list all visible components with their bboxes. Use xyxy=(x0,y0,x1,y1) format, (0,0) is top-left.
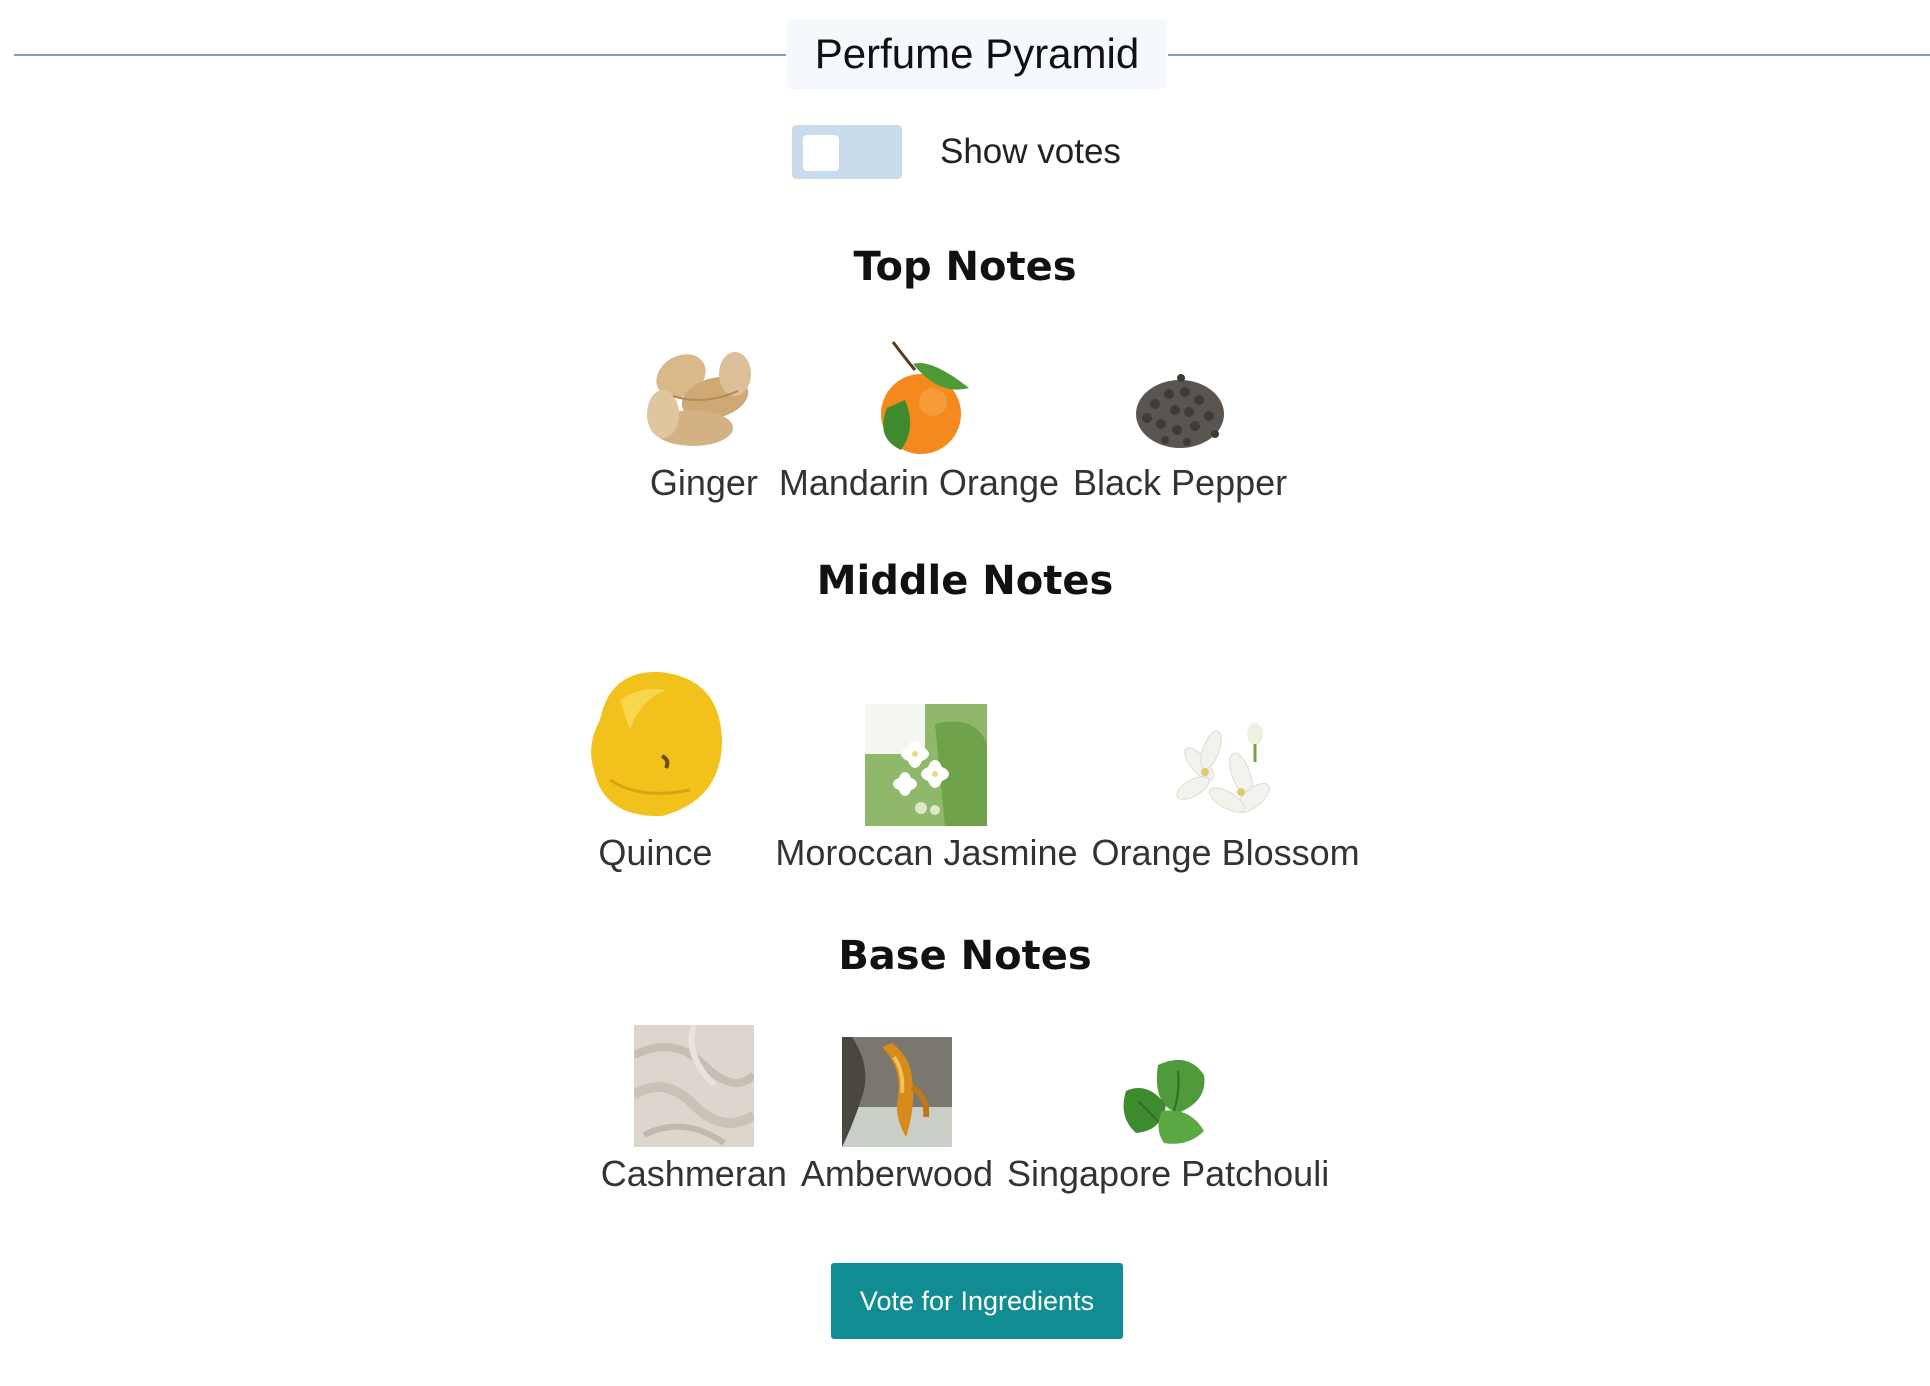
note-label: Singapore Patchouli xyxy=(1006,1153,1330,1194)
title-bar: Perfume Pyramid xyxy=(0,0,1930,110)
base-notes-heading: Base Notes xyxy=(838,933,1092,979)
note-moroccan-jasmine[interactable]: Moroccan Jasmine xyxy=(775,704,1078,874)
vote-for-ingredients-button[interactable]: Vote for Ingredients xyxy=(831,1263,1123,1339)
note-label: Amberwood xyxy=(800,1153,993,1194)
note-label: Black Pepper xyxy=(1073,462,1288,503)
page-title: Perfume Pyramid xyxy=(787,19,1167,89)
cashmere-fabric-icon xyxy=(633,1025,754,1147)
orange-blossom-icon xyxy=(1170,714,1281,826)
note-amberwood[interactable]: Amberwood xyxy=(801,1037,993,1195)
title-divider-right xyxy=(1168,54,1930,56)
top-notes-row: Ginger Mandarin Orange Black Pepper xyxy=(0,336,1930,504)
mandarin-orange-icon xyxy=(864,338,973,456)
note-mandarin-orange[interactable]: Mandarin Orange xyxy=(779,338,1059,504)
middle-notes-heading: Middle Notes xyxy=(816,558,1114,604)
amberwood-icon xyxy=(841,1037,952,1147)
middle-notes-row: Quince Moroccan Jasmine Orange Blossom xyxy=(0,660,1930,874)
quince-icon xyxy=(570,660,741,826)
note-label: Cashmeran xyxy=(600,1153,787,1194)
note-black-pepper[interactable]: Black Pepper xyxy=(1073,364,1287,504)
note-label: Orange Blossom xyxy=(1091,832,1360,873)
note-label: Quince xyxy=(598,832,713,873)
note-singapore-patchouli[interactable]: Singapore Patchouli xyxy=(1007,1051,1329,1195)
show-votes-label: Show votes xyxy=(940,132,1121,171)
note-label: Ginger xyxy=(649,462,758,503)
note-orange-blossom[interactable]: Orange Blossom xyxy=(1092,714,1360,874)
title-divider-left xyxy=(14,54,786,56)
show-votes-toggle[interactable] xyxy=(792,125,902,179)
black-pepper-icon xyxy=(1125,364,1236,456)
note-quince[interactable]: Quince xyxy=(570,660,741,874)
ginger-root-icon xyxy=(642,336,765,456)
toggle-knob xyxy=(803,135,839,171)
show-votes-row: Show votes xyxy=(792,124,1121,180)
note-cashmeran[interactable]: Cashmeran xyxy=(601,1025,787,1195)
note-label: Moroccan Jasmine xyxy=(775,832,1078,873)
patchouli-leaf-icon xyxy=(1118,1051,1219,1147)
base-notes-row: Cashmeran Amberwood Singapore Patchouli xyxy=(0,1025,1930,1195)
jasmine-icon xyxy=(865,704,988,826)
top-notes-heading: Top Notes xyxy=(853,244,1077,290)
note-label: Mandarin Orange xyxy=(778,462,1060,503)
note-ginger[interactable]: Ginger xyxy=(642,336,765,504)
